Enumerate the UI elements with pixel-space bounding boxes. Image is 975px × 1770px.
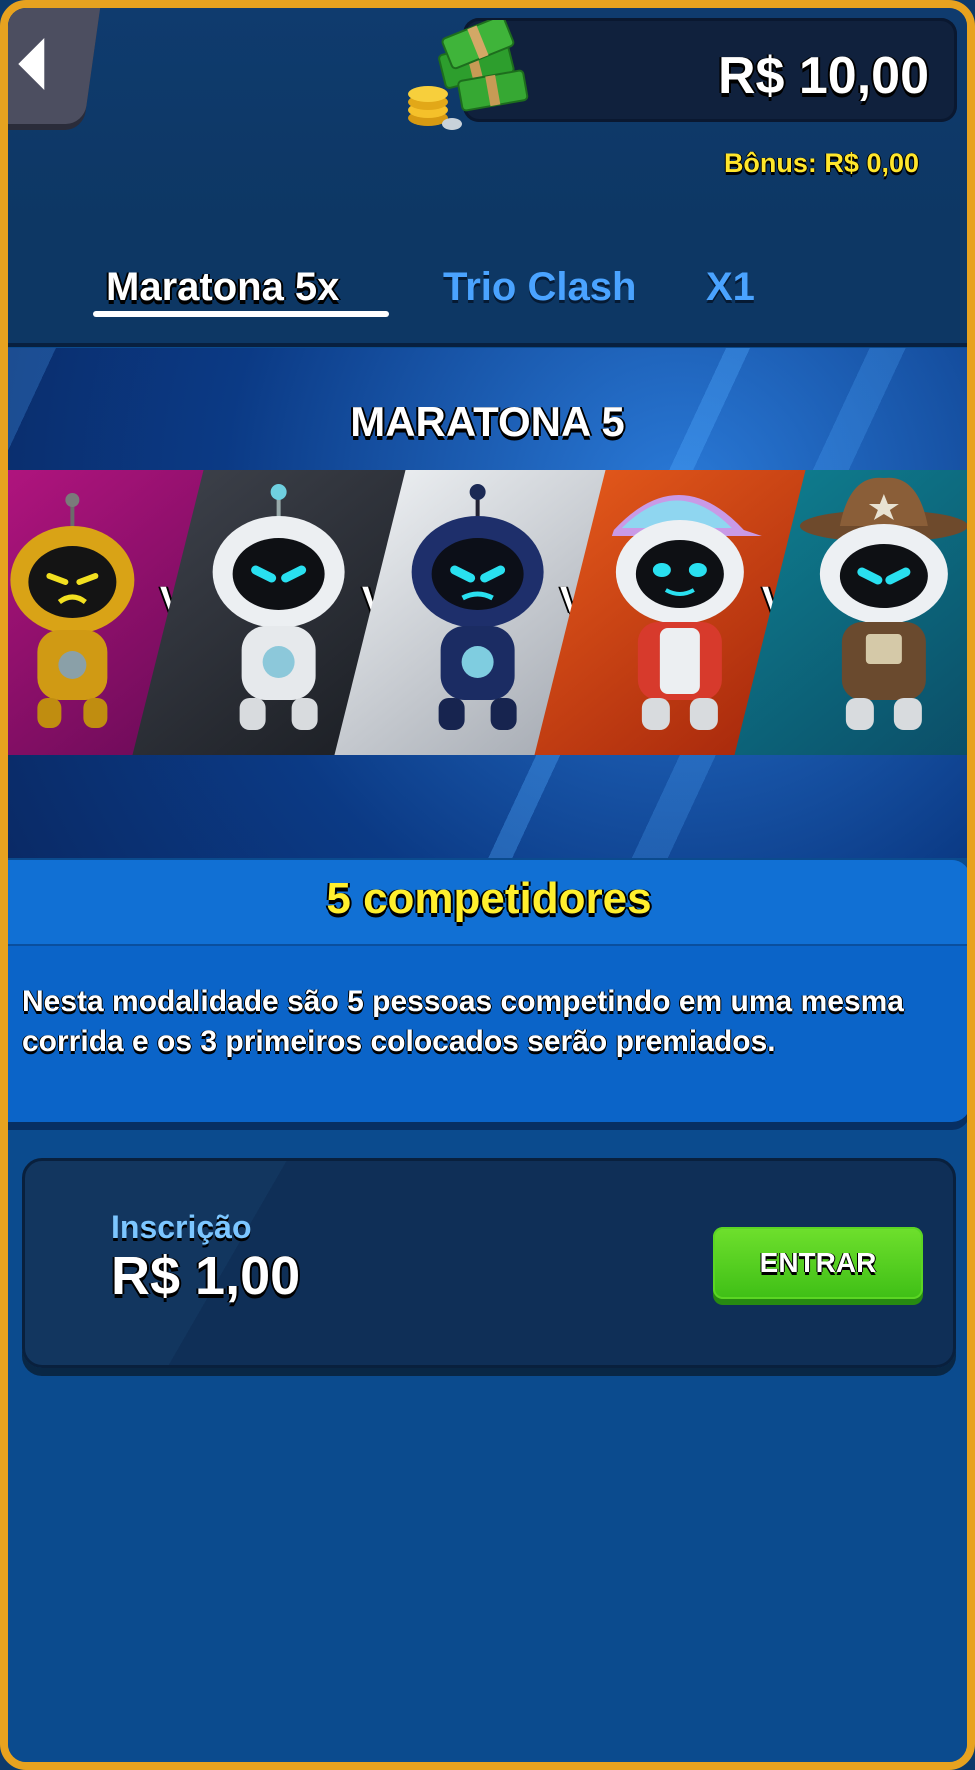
entry-fee-value: R$ 1,00 [111,1246,301,1306]
tab-maratona-5x[interactable]: Maratona 5x [106,265,339,310]
app-frame: R$ 10,00 Bônus: R$ 0,00 Maratona 5x Trio… [0,0,975,1770]
info-header: 5 competidores [8,860,967,946]
active-tab-indicator [93,311,389,317]
enter-button[interactable]: ENTRAR [713,1227,923,1299]
competitors-title: 5 competidores [326,874,652,923]
navy-robot-icon [411,484,544,730]
tab-x1[interactable]: X1 [706,265,755,310]
cowboy-robot-icon [799,477,967,730]
balance-box: R$ 10,00 [463,18,957,122]
entry-card: Inscrição R$ 1,00 ENTRAR [22,1158,956,1368]
back-button[interactable] [8,8,101,124]
cap-robot-icon [611,495,762,730]
mode-description: Nesta modalidade são 5 pessoas competind… [22,985,904,1058]
bonus-balance: Bônus: R$ 0,00 [723,148,919,178]
back-arrow-icon [18,38,45,90]
banner-title: MARATONA 5 [350,398,625,445]
empty-area [8,1378,967,1762]
header: R$ 10,00 Bônus: R$ 0,00 [8,8,967,223]
mode-info-card: 5 competidores Nesta modalidade são 5 pe… [8,860,967,1122]
white-robot-icon [212,484,345,730]
yellow-robot-icon [10,493,135,728]
cash-stack-icon [408,20,529,130]
mode-tabs: Maratona 5x Trio Clash X1 [8,223,967,347]
balance-value: R$ 10,00 [717,47,929,105]
tab-trio-clash[interactable]: Trio Clash [443,265,636,310]
competitor-panels: VS VS [8,470,967,755]
mode-banner: MARATONA 5 VS [8,348,967,858]
entry-fee-label: Inscrição [111,1209,252,1245]
enter-button-label: ENTRAR [759,1247,877,1278]
